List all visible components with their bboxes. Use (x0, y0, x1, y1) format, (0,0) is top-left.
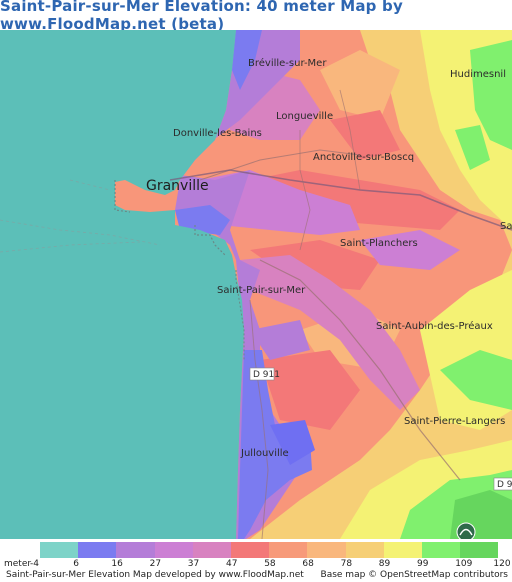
legend-tick-8: 78 (340, 559, 353, 569)
legend-swatch-11 (460, 542, 499, 558)
legend-swatch-7 (307, 542, 346, 558)
elevation-map-canvas[interactable]: D 911 D 9 Bréville-sur-Mer Hudimesnil Lo… (0, 30, 512, 539)
place-label-breville: Bréville-sur-Mer (248, 57, 327, 69)
legend-tick-11: 109 (455, 559, 473, 569)
road-label-d911: D 911 (249, 367, 280, 381)
legend-tick-10: 99 (417, 559, 429, 569)
map-title: Saint-Pair-sur-Mer Elevation: 40 meter M… (0, 0, 403, 33)
place-label-saint-pierre: Saint-Pierre-Langers (404, 416, 505, 427)
place-label-anctoville: Anctoville-sur-Boscq (313, 152, 414, 163)
footer-basemap-credit: Base map © OpenStreetMap contributors (320, 570, 508, 580)
sea (0, 30, 244, 539)
legend-tick-9: 89 (378, 559, 391, 569)
legend-swatch-4 (192, 542, 231, 558)
place-label-hudimesnil: Hudimesnil (450, 69, 506, 80)
legend-swatch-0 (40, 542, 79, 558)
road-label-d9-text: D 9 (497, 480, 512, 490)
place-label-longueville: Longueville (276, 111, 333, 122)
legend-swatch-3 (154, 542, 193, 558)
place-label-sa: Sa (500, 221, 512, 232)
legend-swatch-10 (421, 542, 461, 558)
legend-tick-5: 47 (226, 559, 238, 569)
place-label-granville: Granville (146, 178, 209, 194)
legend-swatch-1 (78, 542, 117, 558)
legend-swatch-6 (269, 542, 308, 558)
place-label-donville: Donville-les-Bains (173, 128, 262, 139)
floodmap-logo-icon (456, 522, 476, 539)
legend-swatch-9 (383, 542, 422, 558)
place-label-jullouville: Jullouville (240, 448, 289, 459)
map-footer: Saint-Pair-sur-Mer Elevation Map develop… (0, 570, 512, 582)
legend-tick-6: 58 (264, 559, 276, 569)
place-label-saint-planchers: Saint-Planchers (340, 238, 418, 249)
legend-tick-1: 6 (73, 559, 79, 569)
legend-swatch-2 (116, 542, 155, 558)
legend-tick-4: 37 (187, 559, 200, 569)
place-label-saint-pair: Saint-Pair-sur-Mer (217, 285, 306, 296)
legend-swatch-5 (230, 542, 270, 558)
map-title-bar: Saint-Pair-sur-Mer Elevation: 40 meter M… (0, 0, 512, 33)
elevation-map[interactable]: D 911 D 9 Bréville-sur-Mer Hudimesnil Lo… (0, 30, 512, 539)
legend-swatch-8 (345, 542, 384, 558)
place-label-saint-aubin: Saint-Aubin-des-Préaux (376, 320, 493, 332)
legend-color-bar (40, 542, 499, 558)
road-label-d9: D 9 (493, 477, 512, 491)
legend-tick-7: 68 (302, 559, 314, 569)
footer-credit: Saint-Pair-sur-Mer Elevation Map develop… (6, 570, 304, 580)
road-label-d911-text: D 911 (253, 370, 280, 380)
legend-tick-0: -4 (30, 559, 39, 569)
legend-unit-label: meter (4, 559, 32, 569)
legend-tick-12: 120 (493, 559, 511, 569)
legend-tick-2: 16 (111, 559, 123, 569)
legend-tick-3: 27 (149, 559, 162, 569)
